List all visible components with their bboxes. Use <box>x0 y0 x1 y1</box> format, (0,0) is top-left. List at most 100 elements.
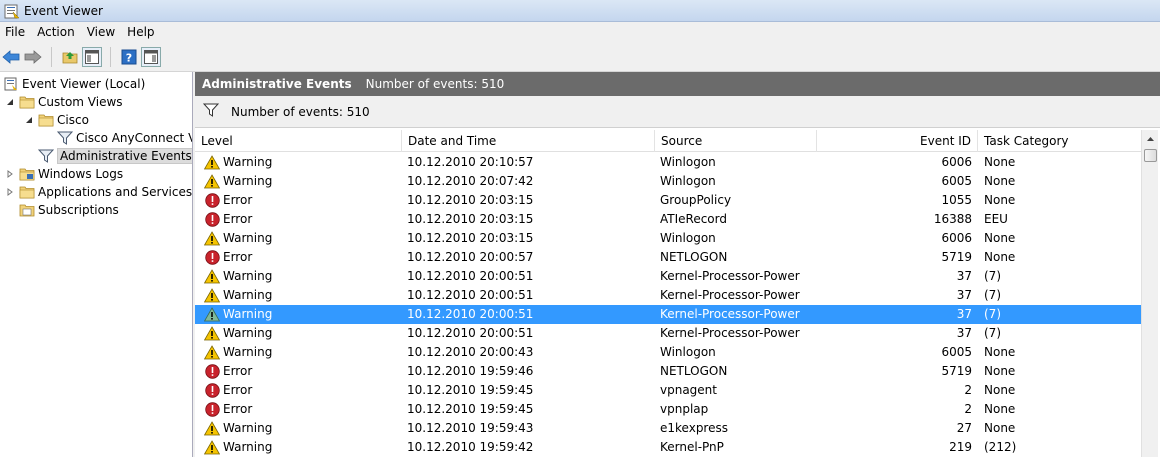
cell-task-category: None <box>984 345 1016 359</box>
tree-item-windows-logs[interactable]: Windows Logs <box>5 165 123 183</box>
toolbar-separator <box>51 46 52 67</box>
cell-level: Warning <box>204 286 272 305</box>
menu-action[interactable]: Action <box>31 22 81 42</box>
level-text: Warning <box>223 421 273 435</box>
tree-item-label: Custom Views <box>38 95 123 109</box>
level-text: Error <box>223 212 253 226</box>
back-button[interactable] <box>1 47 21 67</box>
cell-task-category: (7) <box>984 269 1001 283</box>
cell-event-id: 37 <box>956 307 972 321</box>
table-row[interactable]: Error 10.12.2010 19:59:45 vpnagent 2 None <box>195 381 1141 400</box>
menu-help[interactable]: Help <box>121 22 160 42</box>
table-row[interactable]: Error 10.12.2010 20:03:15 ATIeRecord 16388 E… <box>195 210 1141 229</box>
cell-event-id: 6005 <box>941 174 972 188</box>
cell-task-category: (7) <box>984 288 1001 302</box>
cell-task-category: None <box>984 421 1016 435</box>
cell-date-and-time: 10.12.2010 20:00:51 <box>407 288 534 302</box>
level-text: Warning <box>223 288 273 302</box>
show-hide-action-pane-button[interactable] <box>141 46 161 67</box>
cell-level: Warning <box>204 343 272 362</box>
table-row[interactable]: Warning 10.12.2010 20:00:51 Kernel-Process… <box>195 324 1141 343</box>
table-row[interactable]: Warning 10.12.2010 19:59:43 e1kexpress 27 No… <box>195 419 1141 438</box>
table-row[interactable]: Warning 10.12.2010 20:00:51 Kernel-Process… <box>195 305 1141 324</box>
tree-item-applications-and-services-logs[interactable]: Applications and Services Logs <box>5 183 192 201</box>
table-row[interactable]: Warning 10.12.2010 20:00:43 Winlogon 6005 No… <box>195 343 1141 362</box>
window-title: Event Viewer <box>24 3 103 18</box>
table-row[interactable]: Error 10.12.2010 19:59:45 vpnplap 2 None <box>195 400 1141 419</box>
folder-icon <box>19 184 35 200</box>
show-hide-tree-button[interactable] <box>82 46 102 67</box>
tree-item-cisco-anyconnect-vpn[interactable]: Cisco AnyConnect VPN <box>57 129 192 147</box>
table-row[interactable]: Warning 10.12.2010 20:03:15 Winlogon 6006 No… <box>195 229 1141 248</box>
cell-event-id: 37 <box>956 326 972 340</box>
scrollbar-thumb[interactable] <box>1144 149 1157 162</box>
collapsed-triangle-icon[interactable] <box>5 169 15 179</box>
column-header-level[interactable]: Level <box>195 130 402 152</box>
cell-task-category: (7) <box>984 326 1001 340</box>
table-row[interactable]: Error 10.12.2010 19:59:46 NETLOGON 5719 None <box>195 362 1141 381</box>
cell-level: Error <box>204 191 252 210</box>
cell-date-and-time: 10.12.2010 20:03:15 <box>407 193 534 207</box>
collapsed-triangle-icon[interactable] <box>5 187 15 197</box>
menu-bar: File Action View Help <box>0 22 1160 42</box>
cell-task-category: None <box>984 250 1016 264</box>
filter-bar: Number of events: 510 <box>195 96 1160 128</box>
cell-event-id: 5719 <box>941 364 972 378</box>
column-header-date-and-time[interactable]: Date and Time <box>402 130 655 152</box>
back-arrow-icon <box>2 49 20 64</box>
warning-icon <box>204 288 220 304</box>
vertical-scrollbar[interactable] <box>1141 130 1158 457</box>
error-icon <box>204 402 220 418</box>
table-row[interactable]: Warning 10.12.2010 19:59:42 Kernel-PnP 219 (… <box>195 438 1141 457</box>
level-text: Error <box>223 383 253 397</box>
help-button[interactable]: ? <box>119 47 139 67</box>
cell-source: NETLOGON <box>660 364 728 378</box>
cell-date-and-time: 10.12.2010 19:59:45 <box>407 383 534 397</box>
tree-item-subscriptions[interactable]: Subscriptions <box>19 201 119 219</box>
cell-date-and-time: 10.12.2010 20:03:15 <box>407 212 534 226</box>
filter-icon <box>38 148 54 164</box>
cell-event-id: 219 <box>949 440 972 454</box>
level-text: Warning <box>223 269 273 283</box>
cell-task-category: None <box>984 364 1016 378</box>
events-table: Level Date and Time Source Event ID Task… <box>195 130 1160 457</box>
table-row[interactable]: Warning 10.12.2010 20:07:42 Winlogon 6005 No… <box>195 172 1141 191</box>
level-text: Warning <box>223 174 273 188</box>
cell-date-and-time: 10.12.2010 19:59:43 <box>407 421 534 435</box>
tree-item-label: Windows Logs <box>38 167 124 181</box>
tree-item-custom-views[interactable]: Custom Views <box>5 93 123 111</box>
tree-item-label: Cisco AnyConnect VPN <box>76 131 192 145</box>
cell-task-category: None <box>984 155 1016 169</box>
scroll-up-arrow-icon[interactable] <box>1142 130 1159 147</box>
table-row[interactable]: Warning 10.12.2010 20:10:57 Winlogon 6006 No… <box>195 153 1141 172</box>
tree-item-cisco[interactable]: Cisco <box>24 111 89 129</box>
cell-source: Winlogon <box>660 174 716 188</box>
cell-event-id: 27 <box>956 421 972 435</box>
tree-item-administrative-events[interactable]: Administrative Events <box>38 147 192 165</box>
column-header-task-category[interactable]: Task Category <box>978 130 1141 152</box>
table-row[interactable]: Warning 10.12.2010 20:00:51 Kernel-Process… <box>195 267 1141 286</box>
warning-icon <box>204 440 220 456</box>
cell-level: Warning <box>204 305 272 324</box>
cell-source: Winlogon <box>660 231 716 245</box>
table-row[interactable]: Error 10.12.2010 20:03:15 GroupPolicy 1055 N… <box>195 191 1141 210</box>
cell-event-id: 6006 <box>941 155 972 169</box>
expanded-triangle-icon[interactable] <box>24 115 34 125</box>
menu-file[interactable]: File <box>0 22 31 42</box>
up-folder-icon <box>62 51 78 63</box>
table-row[interactable]: Error 10.12.2010 20:00:57 NETLOGON 5719 None <box>195 248 1141 267</box>
tree-item-event-viewer-local[interactable]: Event Viewer (Local) <box>3 75 145 93</box>
expanded-triangle-icon[interactable] <box>5 97 15 107</box>
toolbar-separator <box>110 46 111 67</box>
table-row[interactable]: Warning 10.12.2010 20:00:51 Kernel-Process… <box>195 286 1141 305</box>
column-header-source[interactable]: Source <box>655 130 817 152</box>
forward-button[interactable] <box>23 47 43 67</box>
level-text: Warning <box>223 231 273 245</box>
menu-view[interactable]: View <box>81 22 121 42</box>
cell-date-and-time: 10.12.2010 20:03:15 <box>407 231 534 245</box>
filter-icon[interactable] <box>202 102 220 121</box>
pane-title: Administrative Events <box>202 77 352 91</box>
cell-level: Warning <box>204 229 272 248</box>
column-header-event-id[interactable]: Event ID <box>817 130 978 152</box>
up-folder-button[interactable] <box>60 47 80 67</box>
